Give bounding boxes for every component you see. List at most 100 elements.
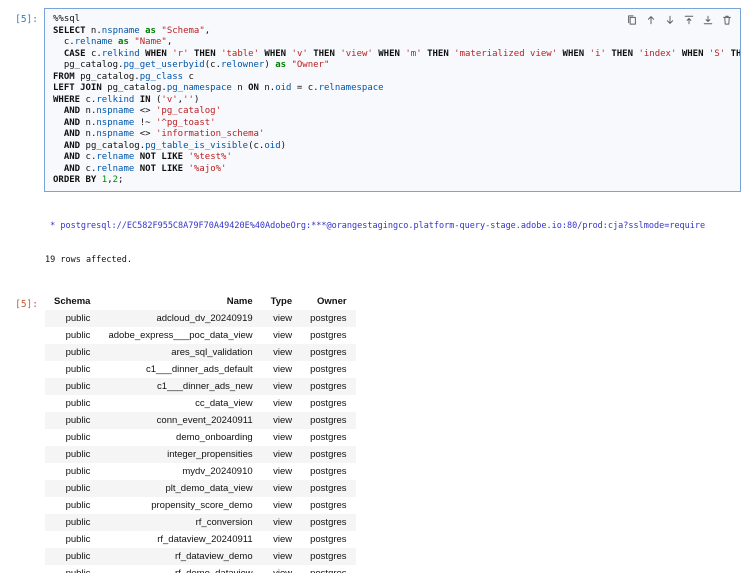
code-line: c.relname as "Name", xyxy=(53,37,173,47)
table-cell: postgres xyxy=(310,516,347,528)
table-cell: postgres xyxy=(310,363,347,375)
table-cell: postgres xyxy=(310,312,347,324)
table-cell: view xyxy=(273,431,293,443)
table-cell: postgres xyxy=(310,431,347,443)
table-row: public c1___dinner_ads_default view postgre… xyxy=(45,361,356,378)
table-row: public adobe_express___poc_data_view view p… xyxy=(45,327,356,344)
table-cell: view xyxy=(273,550,293,562)
code-line: AND n.nspname <> 'pg_catalog' xyxy=(63,106,222,116)
cell-toolbar xyxy=(624,12,735,28)
table-cell: public xyxy=(65,431,91,443)
table-cell: view xyxy=(273,516,293,528)
table-cell: public xyxy=(65,516,91,528)
table-row: public rf_conversion view postgres xyxy=(45,513,356,531)
table-cell: public xyxy=(65,533,91,545)
code-line: AND pg_catalog.pg_table_is_visible(c.oid… xyxy=(63,140,287,151)
table-cell: view xyxy=(273,499,293,511)
column-header: Name xyxy=(226,295,253,307)
table-cell: public xyxy=(65,550,91,562)
table-cell: view xyxy=(273,533,293,545)
table-cell: adobe_express___poc_data_view xyxy=(108,329,253,341)
table-row: public cc_data_view view postgres xyxy=(45,395,356,412)
table-row: public plt_demo_data_view view postgres xyxy=(45,479,356,497)
table-cell: view xyxy=(273,465,293,477)
code-line: AND n.nspname !~ '^pg_toast' xyxy=(63,117,216,128)
table-cell: c1___dinner_ads_default xyxy=(145,363,253,375)
table-cell: public xyxy=(65,380,91,392)
table-row: public c1___dinner_ads_new view postgres xyxy=(45,377,356,395)
duplicate-cell-button[interactable] xyxy=(624,12,640,28)
table-header-row: Schema Name Type Owner xyxy=(45,293,356,310)
code-line: FROM pg_catalog.pg_class c xyxy=(53,71,194,82)
table-cell: view xyxy=(273,397,293,409)
table-cell: view xyxy=(273,312,293,324)
connection-string: * postgresql://EC582F955C8A79F70A49420E%… xyxy=(45,220,706,231)
column-header: Type xyxy=(270,295,293,307)
result-output: Schema Name Type Owner public adcloud_dv_202… xyxy=(44,292,356,573)
table-cell: postgres xyxy=(310,550,347,562)
table-cell: rf_demo_dataview xyxy=(175,567,253,573)
table-cell: public xyxy=(65,346,91,358)
table-header: Schema Name Type Owner xyxy=(45,293,356,310)
move-cell-down-button[interactable] xyxy=(662,12,678,28)
table-cell: public xyxy=(65,329,91,341)
table-cell: public xyxy=(65,499,91,511)
table-cell: integer_propensities xyxy=(167,448,253,460)
code-lines: %%sql SELECT n.nspname as "Schema", c.rel… xyxy=(53,14,740,187)
code-line: LEFT JOIN pg_catalog.pg_namespace n ON n… xyxy=(53,83,384,93)
table-cell: view xyxy=(273,448,293,460)
table-cell: rf_dataview_demo xyxy=(175,550,253,562)
insert-cell-below-button[interactable] xyxy=(700,12,716,28)
table-cell: public xyxy=(65,363,91,375)
table-cell: plt_demo_data_view xyxy=(165,482,253,494)
table-row: public adcloud_dv_20240919 view postgres xyxy=(45,309,356,327)
insert-cell-above-button[interactable] xyxy=(681,12,697,28)
code-line: AND c.relname NOT LIKE '%ajo%' xyxy=(63,163,227,174)
table-row: public rf_demo_dataview view postgres xyxy=(45,565,356,573)
table-cell: postgres xyxy=(310,380,347,392)
table-cell: conn_event_20240911 xyxy=(156,414,253,426)
table-body: public adcloud_dv_20240919 view postgres pub… xyxy=(45,309,356,573)
output-prompt: [5]: xyxy=(15,298,38,310)
table-cell: ares_sql_validation xyxy=(171,346,253,358)
table-cell: postgres xyxy=(310,329,347,341)
table-cell: postgres xyxy=(310,567,347,573)
table-cell: view xyxy=(273,363,293,375)
table-cell: adcloud_dv_20240919 xyxy=(156,312,253,324)
table-cell: demo_onboarding xyxy=(176,431,253,443)
move-cell-down-icon xyxy=(666,15,674,24)
table-cell: rf_dataview_20240911 xyxy=(157,533,253,545)
column-header: Schema xyxy=(54,295,91,307)
table-cell: postgres xyxy=(310,499,347,511)
table-cell: postgres xyxy=(310,448,347,460)
table-cell: public xyxy=(65,414,91,426)
table-cell: rf_conversion xyxy=(195,516,253,528)
rows-affected-text: 19 rows affected. xyxy=(45,255,132,265)
code-cell[interactable]: %%sql SELECT n.nspname as "Schema", c.rel… xyxy=(44,8,741,192)
result-table: Schema Name Type Owner public adcloud_dv_202… xyxy=(45,293,356,573)
table-cell: c1___dinner_ads_new xyxy=(157,380,253,392)
stdout-area: * postgresql://EC582F955C8A79F70A49420E%… xyxy=(44,192,705,292)
table-cell: postgres xyxy=(310,346,347,358)
delete-cell-button[interactable] xyxy=(719,12,735,28)
table-cell: view xyxy=(273,482,293,494)
table-cell: postgres xyxy=(310,414,347,426)
table-cell: public xyxy=(65,465,91,477)
table-cell: mydv_20240910 xyxy=(182,465,253,477)
table-cell: view xyxy=(273,414,293,426)
table-cell: postgres xyxy=(310,397,347,409)
table-cell: view xyxy=(273,380,293,392)
table-cell: view xyxy=(273,346,293,358)
input-prompt: [5]: xyxy=(15,14,38,25)
table-row: public integer_propensities view postgres xyxy=(45,445,356,463)
code-editor[interactable]: %%sql SELECT n.nspname as "Schema", c.rel… xyxy=(53,14,740,187)
move-cell-up-icon xyxy=(647,16,655,25)
table-cell: public xyxy=(65,482,91,494)
duplicate-cell-icon xyxy=(628,15,636,25)
delete-cell-icon xyxy=(723,15,731,25)
code-cell-row: [5]: %%sql SELECT n.nspname as "Schema", … xyxy=(0,8,750,192)
move-cell-up-button[interactable] xyxy=(643,12,659,28)
table-cell: cc_data_view xyxy=(195,397,253,409)
table-row: public propensity_score_demo view postgres xyxy=(45,497,356,514)
notebook-page: [5]: %%sql SELECT n.nspname as "Schema", … xyxy=(0,0,750,573)
